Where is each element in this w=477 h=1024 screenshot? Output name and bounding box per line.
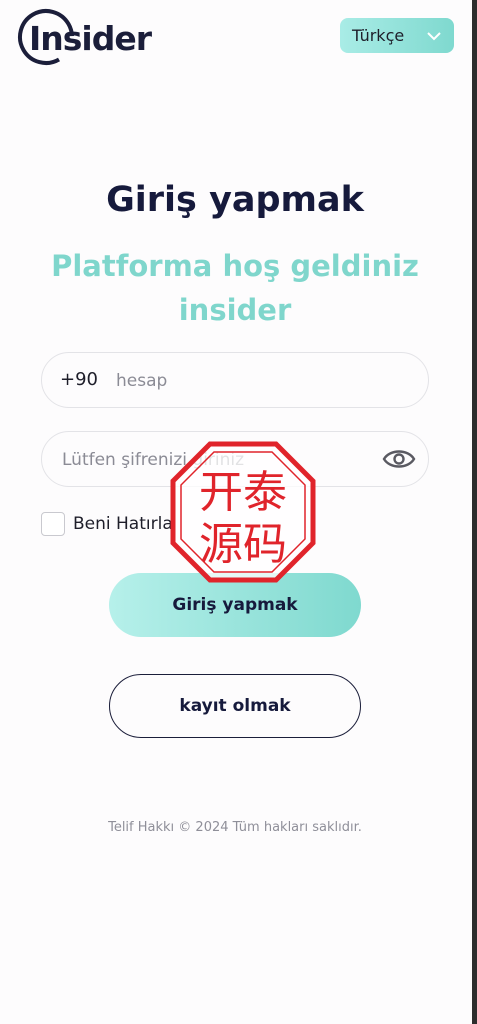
remember-checkbox[interactable]	[41, 512, 65, 536]
eye-icon[interactable]	[382, 445, 416, 473]
chevron-down-icon	[427, 31, 441, 40]
account-input[interactable]	[114, 367, 408, 395]
logo-text: Insider	[29, 19, 153, 58]
remember-label: Beni Hatırla	[73, 514, 173, 534]
account-field: +90	[41, 352, 429, 408]
welcome-subtitle: Platforma hoş geldiniz insider	[51, 249, 419, 327]
language-label: Türkçe	[352, 26, 405, 45]
insider-logo: Insider	[18, 9, 154, 65]
svg-text:开泰: 开泰	[199, 467, 287, 518]
svg-text:源码: 源码	[199, 519, 287, 570]
register-button[interactable]: kayıt olmak	[109, 674, 361, 738]
remember-me[interactable]: Beni Hatırla	[41, 510, 173, 538]
language-selector[interactable]: Türkçe	[340, 18, 454, 53]
page-title: Giriş yapmak	[106, 180, 364, 220]
watermark-stamp: 开泰 源码	[170, 441, 316, 583]
phone-prefix[interactable]: +90	[60, 369, 98, 390]
copyright-footer: Telif Hakkı © 2024 Tüm hakları saklıdır.	[108, 820, 362, 835]
window-edge	[472, 0, 477, 1024]
